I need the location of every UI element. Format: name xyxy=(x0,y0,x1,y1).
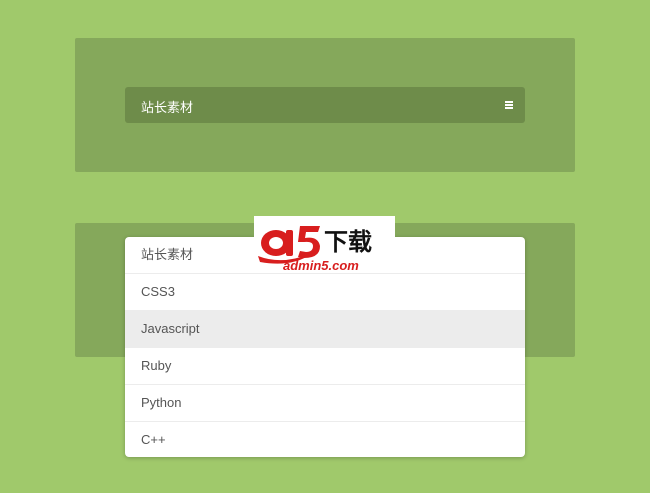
menu-item[interactable]: Python xyxy=(125,385,525,422)
menu-item[interactable]: Javascript xyxy=(125,311,525,348)
dropdown-label: 站长素材 xyxy=(141,100,194,115)
menu-item[interactable]: C++ xyxy=(125,422,525,457)
a5-logo-icon: 下载 admin5.com xyxy=(258,226,372,273)
dropdown-toggle[interactable]: 站长素材 xyxy=(125,87,525,123)
svg-text:admin5.com: admin5.com xyxy=(283,258,359,272)
svg-text:下载: 下载 xyxy=(324,228,372,256)
menu-item[interactable]: CSS3 xyxy=(125,274,525,311)
hamburger-icon xyxy=(505,101,513,109)
menu-item[interactable]: Ruby xyxy=(125,348,525,385)
a5-watermark-logo: 下载 admin5.com xyxy=(254,216,395,273)
